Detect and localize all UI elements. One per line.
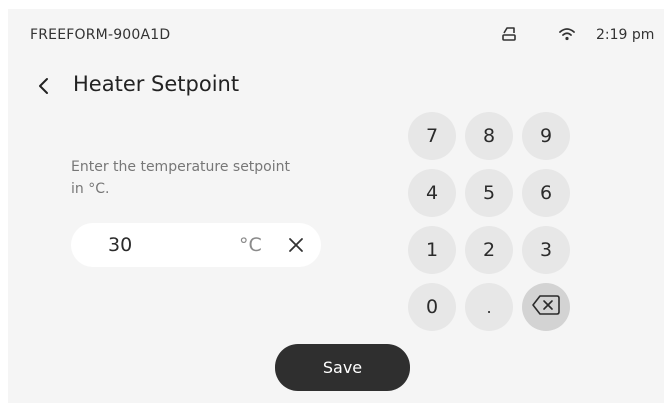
page-title: Heater Setpoint (73, 72, 240, 96)
status-bar: FREEFORM-900A1D 2:19 pm (8, 9, 664, 51)
instructions-text: Enter the temperature setpoint in °C. (71, 159, 291, 197)
clock-time: 2:19 pm (596, 27, 655, 43)
key-1[interactable]: 1 (408, 226, 456, 274)
key-decimal[interactable]: . (465, 283, 513, 331)
unit-label: °C (239, 234, 262, 256)
key-9[interactable]: 9 (522, 112, 570, 160)
chevron-left-icon[interactable] (34, 75, 54, 97)
key-3[interactable]: 3 (522, 226, 570, 274)
key-8[interactable]: 8 (465, 112, 513, 160)
key-4[interactable]: 4 (408, 169, 456, 217)
save-button[interactable]: Save (275, 344, 410, 391)
key-0[interactable]: 0 (408, 283, 456, 331)
setpoint-input[interactable]: 30 °C (71, 223, 321, 267)
backspace-icon (531, 293, 561, 322)
key-7[interactable]: 7 (408, 112, 456, 160)
sim-card-icon (500, 26, 518, 42)
device-name: FREEFORM-900A1D (30, 27, 171, 43)
key-6[interactable]: 6 (522, 169, 570, 217)
close-icon[interactable] (287, 236, 305, 254)
setpoint-value: 30 (108, 234, 133, 256)
key-5[interactable]: 5 (465, 169, 513, 217)
device-screen: FREEFORM-900A1D 2:19 pm Heater Setpoint … (8, 9, 664, 403)
wifi-icon (558, 26, 576, 42)
numeric-keypad: 7 8 9 4 5 6 1 2 3 0 . (408, 112, 578, 338)
key-2[interactable]: 2 (465, 226, 513, 274)
backspace-button[interactable] (522, 283, 570, 331)
